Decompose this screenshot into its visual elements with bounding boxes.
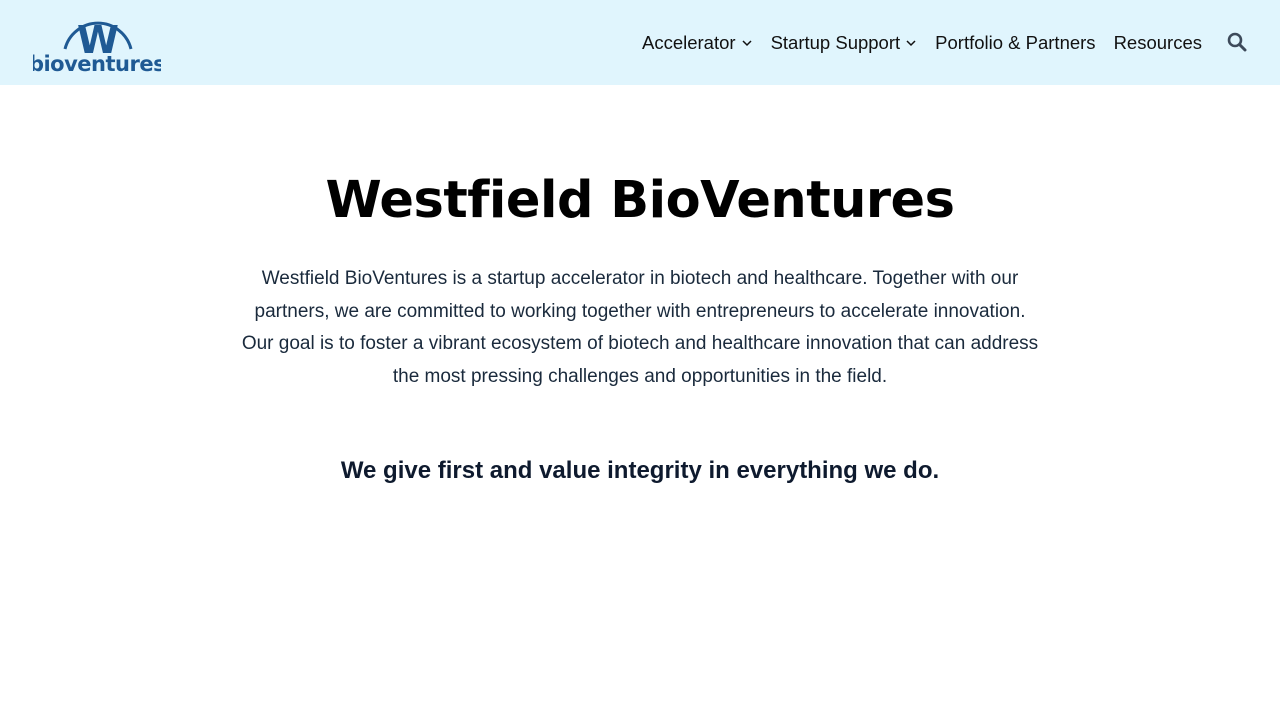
bioventures-logo-icon: W bioventures: [33, 18, 161, 73]
search-icon: [1227, 32, 1247, 52]
tagline: We give first and value integrity in eve…: [340, 457, 940, 484]
nav-item-label: Startup Support: [770, 31, 901, 53]
nav-item-label: Portfolio & Partners: [935, 31, 1096, 53]
site-logo[interactable]: W bioventures: [33, 9, 161, 73]
nav-item-accelerator[interactable]: Accelerator: [642, 32, 753, 54]
nav-item-portfolio-partners[interactable]: Portfolio & Partners: [935, 32, 1095, 54]
search-button[interactable]: [1227, 32, 1247, 52]
chevron-down-icon: [905, 37, 917, 49]
page-title: Westfield BioVentures: [325, 171, 955, 230]
logo-wordmark: bioventures: [33, 52, 161, 73]
nav-item-startup-support[interactable]: Startup Support: [771, 32, 918, 54]
nav-item-label: Resources: [1113, 31, 1202, 53]
chevron-down-icon: [741, 37, 753, 49]
nav-item-resources[interactable]: Resources: [1114, 32, 1202, 54]
main-nav: Accelerator Startup Support Portfolio & …: [642, 0, 1202, 85]
intro-paragraph: Westfield BioVentures is a startup accel…: [241, 268, 1039, 387]
nav-item-label: Accelerator: [641, 31, 736, 53]
site-header: W bioventures Accelerator Startup Suppor…: [0, 0, 1280, 85]
